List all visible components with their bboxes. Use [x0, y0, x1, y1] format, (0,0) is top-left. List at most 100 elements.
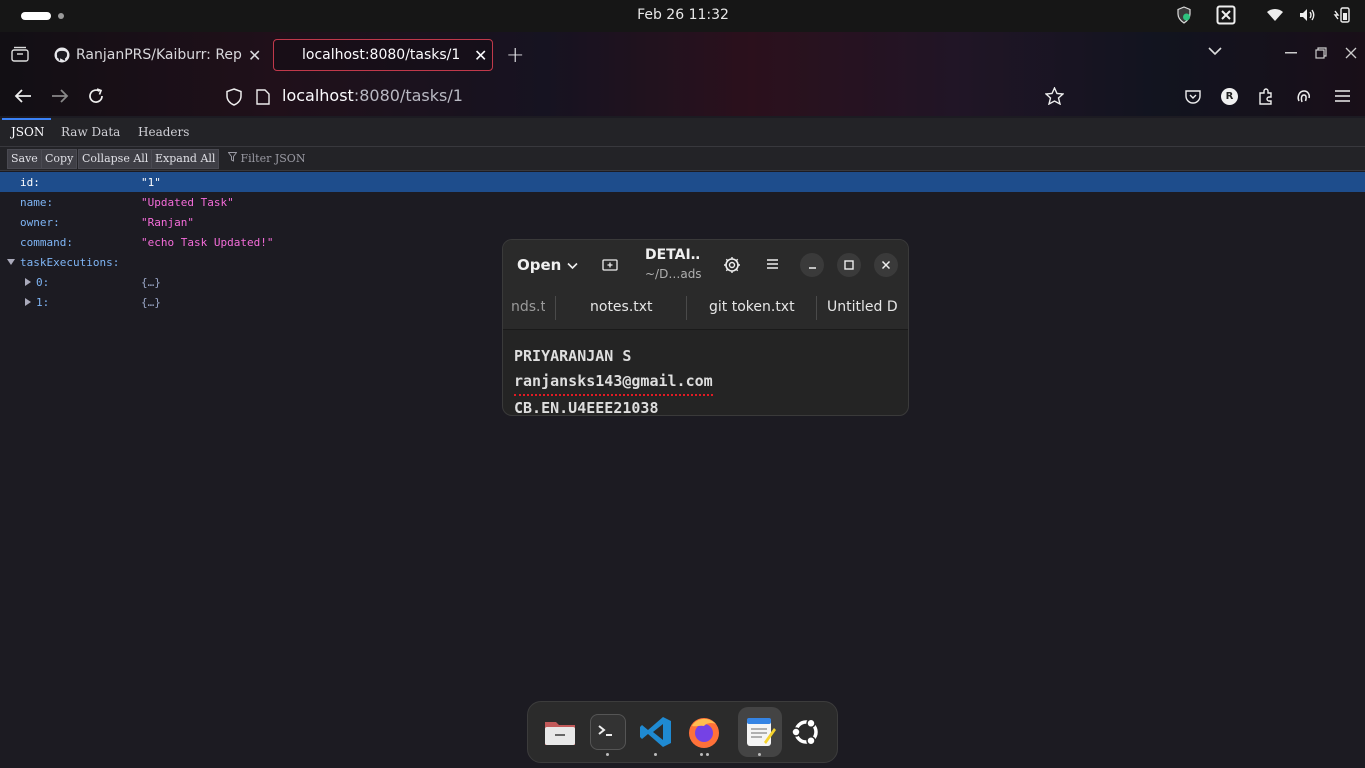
tab-close-icon[interactable]: ✕	[248, 46, 261, 65]
tab-close-icon[interactable]: ✕	[474, 46, 487, 65]
running-indicator	[758, 753, 761, 756]
tab-localhost[interactable]: localhost:8080/tasks/1 ✕	[273, 39, 493, 71]
forward-icon[interactable]	[51, 88, 69, 104]
filter-json-placeholder: Filter JSON	[240, 152, 306, 165]
vscode-icon[interactable]	[638, 714, 674, 750]
json-key: name:	[20, 196, 54, 209]
workspace-indicator[interactable]	[21, 12, 51, 20]
hamburger-menu-icon[interactable]	[766, 258, 779, 270]
extension-fingerprint-icon[interactable]	[1296, 88, 1312, 105]
editor-text-area[interactable]: PRIYARANJAN S ranjansks143@gmail.com CB.…	[514, 344, 713, 416]
bookmark-star-icon[interactable]	[1045, 87, 1064, 105]
screenshot-icon[interactable]	[1216, 5, 1236, 29]
text-line-email: ranjansks143@gmail.com	[514, 369, 713, 396]
running-indicator	[706, 753, 709, 756]
json-row-name[interactable]: name: "Updated Task"	[0, 192, 1365, 212]
navigation-bar: localhost:8080/tasks/1 R	[0, 76, 1365, 118]
tab-headers[interactable]: Headers	[138, 125, 189, 139]
save-button[interactable]: Save	[7, 149, 42, 169]
tab-overview-icon[interactable]	[11, 46, 29, 62]
back-icon[interactable]	[14, 88, 32, 104]
json-toolbar: Save Copy Collapse All Expand All Filter…	[0, 147, 1365, 171]
account-avatar-icon[interactable]: R	[1221, 88, 1238, 105]
open-label: Open	[517, 256, 562, 274]
editor-tab-notes[interactable]: notes.txt	[590, 299, 653, 315]
active-tab-indicator	[2, 118, 51, 120]
page-info-icon[interactable]	[256, 89, 270, 105]
tab-list-chevron-icon[interactable]	[1208, 46, 1222, 56]
shield-icon[interactable]	[1176, 6, 1192, 28]
tracking-protection-icon[interactable]	[226, 88, 242, 106]
copy-button[interactable]: Copy	[41, 149, 78, 169]
json-value: "Ranjan"	[141, 216, 194, 229]
tab-separator	[555, 296, 556, 320]
maximize-icon[interactable]	[837, 253, 861, 277]
json-key: taskExecutions:	[20, 256, 120, 269]
minimize-icon[interactable]	[1285, 52, 1297, 54]
tab-strip: RanjanPRS/Kaiburr: Rep ✕ localhost:8080/…	[0, 32, 1365, 76]
restore-icon[interactable]	[1315, 47, 1327, 59]
json-value: "echo Task Updated!"	[141, 236, 274, 249]
app-menu-icon[interactable]	[1334, 88, 1351, 104]
json-key: owner:	[20, 216, 60, 229]
expand-all-button[interactable]: Expand All	[151, 149, 220, 169]
ubuntu-icon[interactable]	[788, 714, 824, 750]
new-tab-icon[interactable]: +	[506, 43, 524, 68]
editor-tab-git-token[interactable]: git token.txt	[709, 299, 795, 315]
tab-json[interactable]: JSON	[11, 125, 44, 139]
json-key: command:	[20, 236, 73, 249]
json-value: {…}	[141, 296, 161, 309]
json-viewer-tabs: JSON Raw Data Headers	[0, 118, 1365, 147]
editor-tab-previous[interactable]: nds.t	[511, 299, 545, 315]
filter-json-input[interactable]: Filter JSON	[227, 152, 306, 165]
tab-separator	[816, 296, 817, 320]
expand-toggle-icon[interactable]	[25, 278, 31, 286]
wifi-icon[interactable]	[1266, 8, 1284, 26]
minimize-icon[interactable]	[800, 253, 824, 277]
expand-toggle-icon[interactable]	[7, 259, 15, 265]
dock	[527, 701, 838, 763]
document-title: DETAI…	[645, 247, 701, 263]
open-button[interactable]: Open	[517, 256, 578, 274]
running-indicator	[654, 753, 657, 756]
settings-gear-icon[interactable]	[723, 256, 741, 274]
tab-localhost-title: localhost:8080/tasks/1	[302, 47, 461, 63]
terminal-icon[interactable]	[590, 714, 626, 750]
editor-tab-untitled[interactable]: Untitled D	[827, 299, 901, 315]
close-icon[interactable]	[874, 253, 898, 277]
battery-icon[interactable]	[1333, 7, 1351, 27]
running-indicator	[606, 753, 609, 756]
volume-icon[interactable]	[1299, 8, 1317, 26]
json-value: "Updated Task"	[141, 196, 234, 209]
text-editor-icon[interactable]	[742, 714, 778, 750]
filter-funnel-icon	[227, 152, 241, 165]
json-value: "1"	[141, 176, 161, 189]
text-line: CB.EN.U4EEE21038	[514, 399, 659, 416]
url-path: :8080/tasks/1	[353, 86, 463, 105]
clock[interactable]: Feb 26 11:32	[620, 7, 746, 23]
files-icon[interactable]	[542, 714, 578, 750]
expand-toggle-icon[interactable]	[25, 298, 31, 306]
pocket-icon[interactable]	[1185, 89, 1201, 104]
json-key: 1:	[36, 296, 50, 309]
tab-github[interactable]: RanjanPRS/Kaiburr: Rep ✕	[50, 39, 262, 71]
github-icon	[54, 47, 70, 63]
document-path: ~/D…ads	[645, 267, 702, 281]
collapse-all-button[interactable]: Collapse All	[78, 149, 153, 169]
editor-tab-bar: nds.t notes.txt git token.txt Untitled D	[503, 288, 908, 330]
url-host: localhost	[282, 86, 354, 105]
running-indicator	[700, 753, 703, 756]
json-row-id[interactable]: id: "1"	[0, 172, 1365, 192]
firefox-icon[interactable]	[686, 714, 722, 750]
system-top-bar: Feb 26 11:32	[0, 0, 1365, 32]
reload-icon[interactable]	[87, 87, 105, 105]
json-value: {…}	[141, 276, 161, 289]
close-window-icon[interactable]	[1345, 47, 1357, 59]
url-bar[interactable]: localhost:8080/tasks/1	[282, 86, 463, 105]
tab-raw-data[interactable]: Raw Data	[61, 125, 120, 139]
workspace-dot[interactable]	[58, 13, 64, 19]
tab-github-title: RanjanPRS/Kaiburr: Rep	[76, 47, 242, 63]
extensions-icon[interactable]	[1258, 88, 1274, 105]
json-row-owner[interactable]: owner: "Ranjan"	[0, 212, 1365, 232]
new-tab-icon[interactable]	[602, 257, 618, 271]
